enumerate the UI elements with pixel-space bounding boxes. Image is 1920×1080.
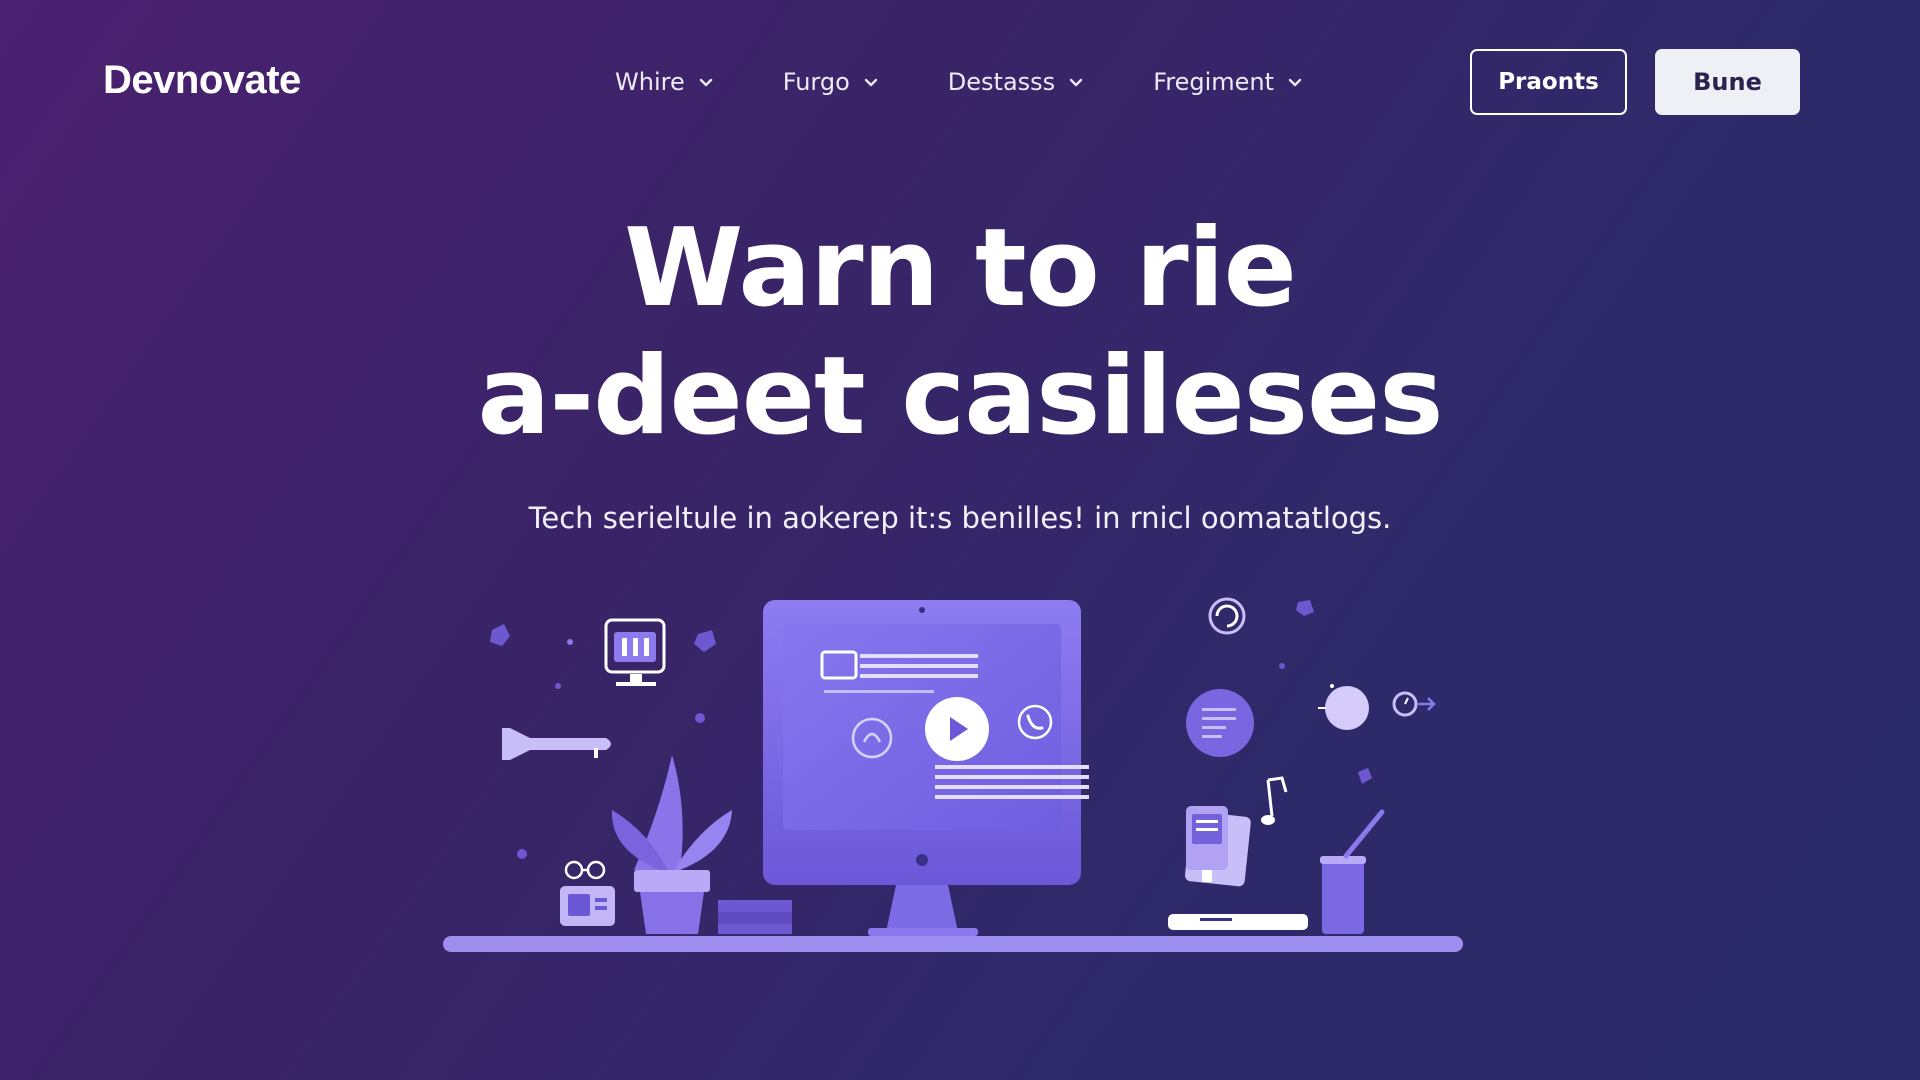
menu-item-label: Fregiment <box>1153 68 1275 96</box>
top-navigation: Devnovate Whire Furgo Destasss Fregiment… <box>0 0 1920 164</box>
orb-icon <box>1325 686 1369 730</box>
plant-pot-icon <box>611 755 732 934</box>
hero-illustration <box>443 597 1463 952</box>
horn-icon <box>502 728 611 760</box>
chevron-down-icon <box>1288 78 1302 87</box>
praonts-button[interactable]: Praonts <box>1470 49 1627 115</box>
chevron-down-icon <box>864 78 877 87</box>
hero-title: Warn to rie a-deet casileses <box>360 205 1560 461</box>
brand-logo[interactable]: Devnovate <box>103 52 301 108</box>
desk-icon <box>443 936 1463 952</box>
menu-item-furgo[interactable]: Furgo <box>783 68 880 96</box>
music-note-icon <box>1261 776 1288 825</box>
laptop-icon <box>1168 806 1308 930</box>
menu-item-label: Furgo <box>782 68 850 96</box>
menu-item-label: Destasss <box>947 68 1056 96</box>
document-circle-icon <box>1186 689 1254 757</box>
chevron-down-icon <box>699 78 712 87</box>
play-icon <box>925 697 989 761</box>
monitor-icon <box>763 600 1089 936</box>
pencil-cup-icon <box>1320 809 1385 934</box>
glasses-icon <box>564 860 606 880</box>
menu-item-whire[interactable]: Whire <box>615 68 715 96</box>
books-icon <box>718 900 792 934</box>
menu-item-fregiment[interactable]: Fregiment <box>1153 68 1304 96</box>
clock-arrow-icon <box>1208 597 1246 635</box>
chevron-down-icon <box>1069 78 1083 87</box>
hero-title-line-2: a-deet casileses <box>477 334 1443 459</box>
small-monitor-icon <box>604 618 666 686</box>
hero-title-line-1: Warn to rie <box>624 206 1297 331</box>
bune-button[interactable]: Bune <box>1655 49 1800 115</box>
small-monitor-icon <box>560 886 615 926</box>
main-menu: Whire Furgo Destasss Fregiment <box>615 62 1304 102</box>
menu-item-destasss[interactable]: Destasss <box>948 68 1085 96</box>
clock-arrow-icon <box>1392 691 1436 717</box>
menu-item-label: Whire <box>615 68 685 96</box>
hero-subtitle: Tech serieltule in aokerep it:s benilles… <box>528 501 1392 535</box>
